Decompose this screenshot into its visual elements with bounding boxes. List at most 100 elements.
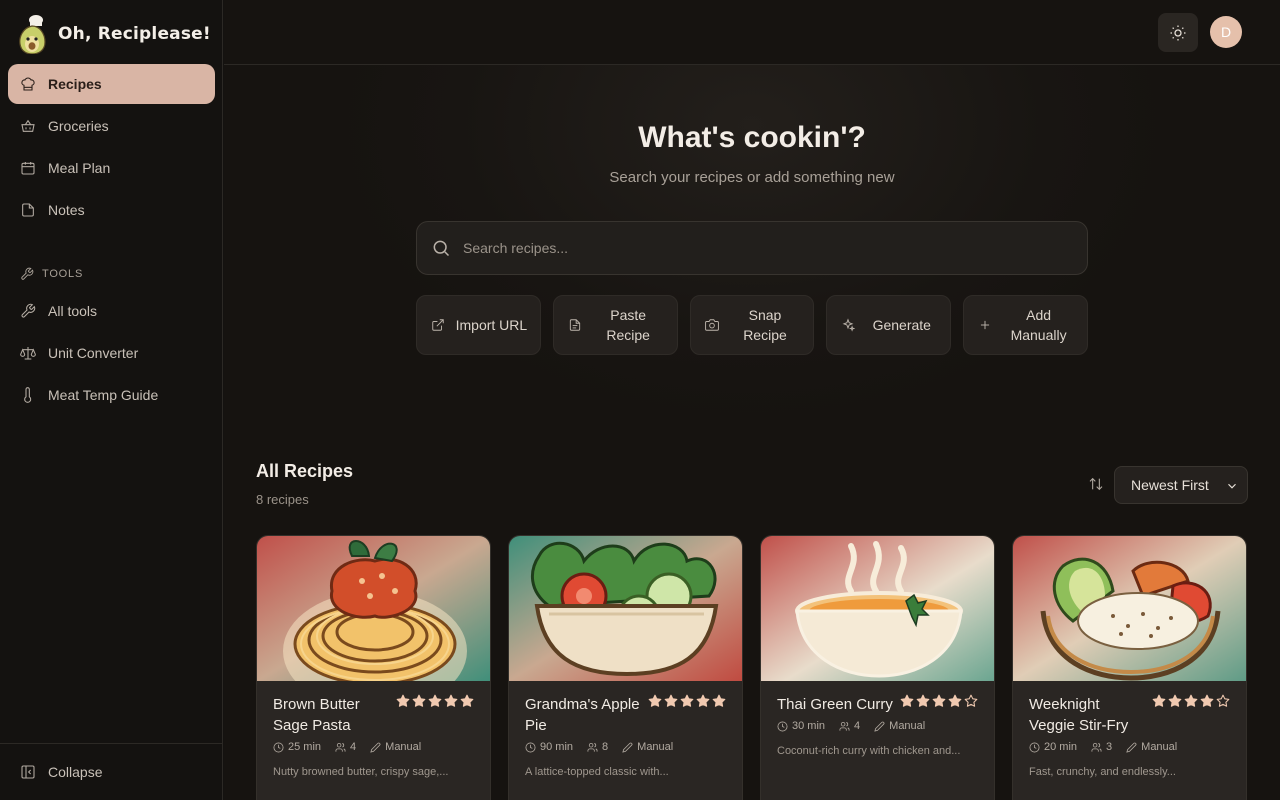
star-filled-icon bbox=[1200, 694, 1214, 708]
sidebar-item-groceries[interactable]: Groceries bbox=[8, 106, 215, 146]
recipe-image-soup bbox=[761, 536, 994, 681]
sparkles-icon bbox=[842, 318, 856, 332]
star-filled-icon bbox=[680, 694, 694, 708]
search-input[interactable] bbox=[463, 240, 1043, 256]
star-filled-icon bbox=[1184, 694, 1198, 708]
section-title: All Recipes bbox=[256, 461, 354, 481]
panel-collapse-icon bbox=[21, 765, 35, 779]
sidebar-item-label: Unit Converter bbox=[48, 345, 139, 361]
star-filled-icon bbox=[664, 694, 678, 708]
star-filled-icon bbox=[712, 694, 726, 708]
sidebar-item-all-tools[interactable]: All tools bbox=[8, 291, 215, 331]
paste-recipe-button[interactable]: Paste Recipe bbox=[552, 295, 678, 355]
recipe-description: Coconut-rich curry with chicken and... bbox=[777, 745, 961, 757]
pencil-icon bbox=[370, 742, 381, 753]
pencil-icon bbox=[1126, 742, 1137, 753]
recipe-title: Grandma's Apple Pie bbox=[525, 696, 640, 734]
sort-select[interactable]: Newest First bbox=[1114, 466, 1248, 504]
rating-stars bbox=[648, 694, 726, 708]
topbar: D bbox=[224, 0, 1280, 65]
add-manually-button[interactable]: Add Manually bbox=[963, 295, 1088, 355]
star-filled-icon bbox=[412, 694, 426, 708]
sidebar: Oh, Reciplease! Recipes Groceries Meal P… bbox=[0, 0, 223, 800]
recipe-meta: 20 min 3 Manual bbox=[1029, 741, 1177, 753]
recipe-title: Brown Butter Sage Pasta bbox=[273, 696, 360, 734]
external-link-icon bbox=[432, 319, 444, 331]
star-filled-icon bbox=[460, 694, 474, 708]
sidebar-item-label: Groceries bbox=[48, 118, 109, 134]
plus-icon bbox=[981, 320, 990, 330]
basket-icon bbox=[21, 119, 35, 132]
sidebar-footer: Collapse bbox=[0, 743, 223, 800]
recipe-meta: 25 min 4 Manual bbox=[273, 741, 421, 753]
star-filled-icon bbox=[948, 694, 962, 708]
brand[interactable]: Oh, Reciplease! bbox=[16, 12, 211, 56]
pencil-icon bbox=[874, 721, 885, 732]
sidebar-item-label: Notes bbox=[48, 202, 85, 218]
tools-section-label: TOOLS bbox=[20, 264, 83, 284]
recipe-card[interactable]: Grandma's Apple Pie 90 min 8 Manual A la… bbox=[508, 535, 743, 800]
sun-icon bbox=[1170, 25, 1186, 40]
star-filled-icon bbox=[932, 694, 946, 708]
recipe-meta: 30 min 4 Manual bbox=[777, 720, 925, 732]
recipe-card[interactable]: Weeknight Veggie Stir-Fry 20 min 3 Manua… bbox=[1012, 535, 1247, 800]
camera-icon bbox=[704, 319, 719, 331]
recipe-image-veggie-bowl bbox=[1013, 536, 1246, 681]
clock-icon bbox=[1029, 742, 1040, 752]
chef-hat-icon bbox=[21, 77, 35, 91]
quick-actions: Import URL Paste Recipe Snap Recipe Gene… bbox=[416, 295, 1088, 355]
recipe-meta: 90 min 8 Manual bbox=[525, 741, 673, 753]
page-title: What's cookin'? bbox=[638, 121, 866, 154]
theme-toggle-button[interactable] bbox=[1158, 13, 1198, 52]
app-title: Oh, Reciplease! bbox=[58, 24, 211, 44]
sidebar-item-unit-converter[interactable]: Unit Converter bbox=[8, 333, 215, 373]
sort-arrows-icon bbox=[1089, 477, 1103, 491]
recipe-image-spaghetti bbox=[257, 536, 490, 681]
star-filled-icon bbox=[696, 694, 710, 708]
star-filled-icon bbox=[428, 694, 442, 708]
main-content: What's cookin'? Search your recipes or a… bbox=[224, 65, 1280, 800]
search-icon bbox=[433, 240, 450, 257]
star-filled-icon bbox=[1168, 694, 1182, 708]
chevron-down-icon bbox=[1225, 479, 1239, 493]
file-icon bbox=[569, 319, 580, 331]
star-filled-icon bbox=[648, 694, 662, 708]
recipe-card[interactable]: Thai Green Curry 30 min 4 Manual Coconut… bbox=[760, 535, 995, 800]
recipe-description: Fast, crunchy, and endlessly... bbox=[1029, 766, 1176, 778]
star-filled-icon bbox=[396, 694, 410, 708]
user-avatar[interactable]: D bbox=[1210, 16, 1242, 48]
wrench-icon bbox=[21, 267, 34, 280]
recipe-count: 8 recipes bbox=[256, 492, 309, 507]
rating-stars bbox=[396, 694, 474, 708]
snap-recipe-button[interactable]: Snap Recipe bbox=[689, 295, 815, 355]
users-icon bbox=[839, 721, 850, 731]
star-filled-icon bbox=[916, 694, 930, 708]
users-icon bbox=[335, 742, 346, 752]
wrench-icon bbox=[21, 303, 36, 318]
sort-direction-button[interactable] bbox=[1088, 476, 1106, 494]
star-empty-icon bbox=[964, 694, 978, 708]
collapse-button[interactable]: Collapse bbox=[20, 764, 102, 780]
recipe-description: A lattice-topped classic with... bbox=[525, 766, 669, 778]
sidebar-item-meat-temp-guide[interactable]: Meat Temp Guide bbox=[8, 375, 215, 415]
sidebar-item-meal-plan[interactable]: Meal Plan bbox=[8, 148, 215, 188]
avocado-chef-logo-icon bbox=[16, 14, 48, 55]
recipe-description: Nutty browned butter, crispy sage,... bbox=[273, 766, 449, 778]
search-bar[interactable] bbox=[416, 221, 1088, 275]
sidebar-item-recipes[interactable]: Recipes bbox=[8, 64, 215, 104]
rating-stars bbox=[900, 694, 978, 708]
recipe-card[interactable]: Brown Butter Sage Pasta 25 min 4 Manual … bbox=[256, 535, 491, 800]
generate-button[interactable]: Generate bbox=[826, 295, 952, 355]
star-filled-icon bbox=[900, 694, 914, 708]
sidebar-item-label: Recipes bbox=[48, 76, 102, 92]
scale-icon bbox=[20, 347, 36, 360]
recipe-image-salad bbox=[509, 536, 742, 681]
calendar-icon bbox=[21, 162, 35, 175]
sidebar-item-label: All tools bbox=[48, 303, 98, 319]
import-url-button[interactable]: Import URL bbox=[416, 295, 541, 355]
sidebar-item-notes[interactable]: Notes bbox=[8, 190, 215, 230]
star-filled-icon bbox=[444, 694, 458, 708]
page-subtitle: Search your recipes or add something new bbox=[609, 169, 895, 186]
clock-icon bbox=[273, 742, 284, 752]
pencil-icon bbox=[622, 742, 633, 753]
